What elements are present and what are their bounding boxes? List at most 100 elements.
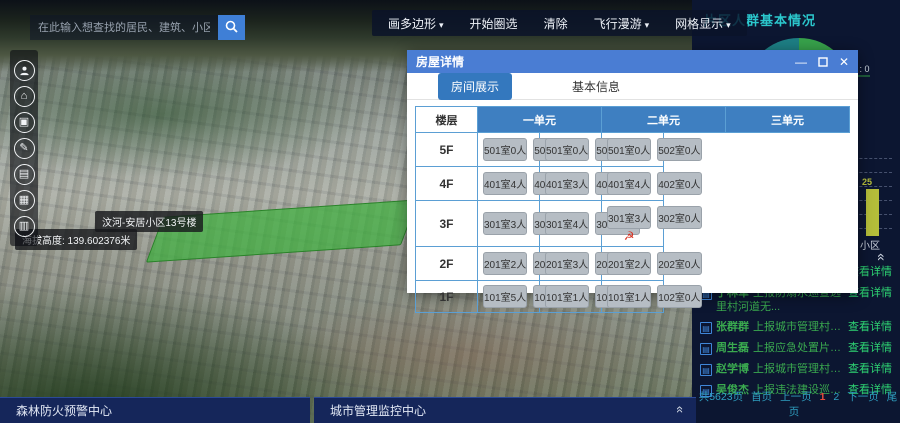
- room-button[interactable]: 301室3人: [483, 212, 527, 235]
- unit-cell: 401室4人402室0人: [602, 167, 664, 201]
- bar-category: 小区: [860, 237, 880, 252]
- room-button[interactable]: 201室2人: [607, 252, 651, 275]
- tab-基本信息[interactable]: 基本信息: [559, 73, 633, 100]
- room-button[interactable]: 201室2人: [483, 252, 527, 275]
- grid-tool-icon[interactable]: ▦: [14, 190, 35, 211]
- search-bar: [30, 15, 245, 40]
- room-button[interactable]: 501室0人: [483, 138, 527, 161]
- maximize-icon[interactable]: [818, 57, 828, 67]
- page-total: 共5623页: [699, 391, 743, 403]
- room-button[interactable]: 501室0人: [545, 138, 589, 161]
- report-text: 周生磊上报应急处置片区内群众单...: [716, 342, 843, 356]
- report-doc-icon: ▤: [700, 343, 712, 355]
- map-tool-strip: ⌂ ▣ ✎ ▤ ▦ ▥: [10, 50, 38, 246]
- unit-cell: 201室2人202室0人: [478, 247, 540, 281]
- room-button[interactable]: 201室3人: [545, 252, 589, 275]
- view-detail-link[interactable]: 查看详情: [848, 342, 892, 356]
- page-首页[interactable]: 首页: [751, 391, 772, 403]
- smart-city-dashboard: 汶河-安居小区13号楼 海拔高度: 139.602376米 ⌂▣✎▤▦▥ 画多边…: [0, 0, 900, 423]
- room-button[interactable]: 301室4人: [545, 212, 589, 235]
- room-button[interactable]: 102室0人: [657, 285, 701, 308]
- bottom-bar: 森林防火预警中心 城市管理监控中心«: [0, 397, 696, 423]
- rooms-table: 楼层一单元二单元三单元5F501室0人502室0人501室0人502室0人501…: [415, 106, 850, 313]
- room-button[interactable]: 301室3人: [607, 206, 651, 229]
- bar-value: 25: [862, 177, 872, 187]
- chevron-down-icon: ▾: [726, 20, 731, 30]
- room-button[interactable]: 401室4人: [607, 172, 651, 195]
- list-item: ▤ 周生磊上报应急处置片区内群众单... 查看详情: [700, 342, 892, 356]
- room-button[interactable]: 402室0人: [657, 172, 701, 195]
- unit-cell: 101室5人102室3人: [478, 281, 540, 313]
- layers-tool-icon[interactable]: ▣: [14, 112, 35, 133]
- party-emblem-icon: ☭: [624, 230, 635, 242]
- toolbar-item-4[interactable]: 网格显示▾: [675, 15, 731, 32]
- document-tool-icon[interactable]: ▤: [14, 164, 35, 185]
- table-tool-icon[interactable]: ▥: [14, 216, 35, 237]
- bar-collapse-chevron-up-icon[interactable]: «: [674, 406, 687, 413]
- page-1[interactable]: 1: [820, 391, 826, 403]
- room-button[interactable]: 502室0人: [657, 138, 701, 161]
- report-doc-icon: ▤: [700, 322, 712, 334]
- reporter-name: 张群群: [716, 321, 749, 333]
- report-text: 赵学博上报城市管理村西农田边上...: [716, 363, 843, 377]
- unit-cell: 401室4人402室0人: [478, 167, 540, 201]
- room-button[interactable]: 302室0人: [657, 206, 701, 229]
- bar: [866, 189, 879, 236]
- page-上一页[interactable]: 上一页: [780, 391, 812, 403]
- search-input[interactable]: [30, 15, 218, 40]
- toolbar-item-1[interactable]: 开始圈选: [470, 15, 518, 32]
- bottom-panel-0[interactable]: 森林防火预警中心: [0, 397, 310, 423]
- table-row: 3F301室3人302室0人301室4人302室0人301室3人☭302室0人: [416, 201, 850, 247]
- unit-cell: 101室1人102室0人: [602, 281, 664, 313]
- house-detail-modal: 房屋详情 — ✕ 房间展示基本信息 楼层一单元二单元三单元5F501室0人502…: [407, 50, 858, 293]
- panel-collapse-chevron-up-icon[interactable]: «: [875, 253, 889, 261]
- toolbar-item-2[interactable]: 清除: [544, 15, 568, 32]
- table-row: 1F101室5人102室3人101室1人102室1人101室1人102室0人: [416, 281, 850, 313]
- list-item: ▤ 赵学博上报城市管理村西农田边上... 查看详情: [700, 363, 892, 377]
- home-tool-icon[interactable]: ⌂: [14, 86, 35, 107]
- close-icon[interactable]: ✕: [839, 56, 849, 68]
- modal-titlebar: 房屋详情 — ✕: [407, 50, 858, 73]
- user-tool-icon[interactable]: [14, 60, 35, 81]
- search-icon: [225, 20, 238, 36]
- toolbar-item-3[interactable]: 飞行漫游▾: [594, 15, 650, 32]
- unit-cell: 501室0人502室0人: [602, 133, 664, 167]
- floor-label: 1F: [416, 281, 478, 313]
- floor-column-header: 楼层: [416, 107, 478, 133]
- bottom-panel-label: 森林防火预警中心: [16, 402, 112, 419]
- view-detail-link[interactable]: 查看详情: [848, 321, 892, 335]
- floor-label: 5F: [416, 133, 478, 167]
- unit-cell: 301室4人302室0人: [540, 201, 602, 247]
- room-button[interactable]: 401室3人: [545, 172, 589, 195]
- room-button[interactable]: 101室1人: [545, 285, 589, 308]
- search-button[interactable]: [218, 15, 245, 40]
- draw-tool-icon[interactable]: ✎: [14, 138, 35, 159]
- tab-房间展示[interactable]: 房间展示: [438, 73, 512, 100]
- room-button[interactable]: 101室5人: [483, 285, 527, 308]
- unit-column-header: 二单元: [602, 107, 726, 133]
- toolbar-item-0[interactable]: 画多边形▾: [388, 15, 444, 32]
- modal-title: 房屋详情: [416, 53, 795, 70]
- minimize-icon[interactable]: —: [795, 56, 807, 68]
- unit-cell: 301室3人☭302室0人: [602, 201, 664, 247]
- unit-cell: 501室0人502室0人: [478, 133, 540, 167]
- room-button[interactable]: 101室1人: [607, 285, 651, 308]
- chevron-down-icon: ▾: [439, 20, 444, 30]
- unit-cell: 501室0人502室0人: [540, 133, 602, 167]
- page-2[interactable]: 2: [833, 391, 839, 403]
- unit-cell: 201室2人202室0人: [602, 247, 664, 281]
- room-button[interactable]: 501室0人: [607, 138, 651, 161]
- unit-column-header: 一单元: [478, 107, 602, 133]
- reporter-name: 赵学博: [716, 363, 749, 375]
- table-row: 4F401室4人402室0人401室3人402室2人401室4人402室0人: [416, 167, 850, 201]
- bottom-panel-1[interactable]: 城市管理监控中心«: [314, 397, 696, 423]
- room-button[interactable]: 401室4人: [483, 172, 527, 195]
- modal-tabs: 房间展示 基本信息: [407, 73, 858, 100]
- room-button[interactable]: 202室0人: [657, 252, 701, 275]
- table-row: 2F201室2人202室0人201室3人202室1人201室2人202室0人: [416, 247, 850, 281]
- view-detail-link[interactable]: 查看详情: [848, 363, 892, 377]
- map-toolbar: 画多边形▾ 开始圈选 清除 飞行漫游▾ 网格显示▾: [372, 10, 747, 36]
- reporter-name: 周生磊: [716, 342, 749, 354]
- page-下一页[interactable]: 下一页: [847, 391, 879, 403]
- report-doc-icon: ▤: [700, 364, 712, 376]
